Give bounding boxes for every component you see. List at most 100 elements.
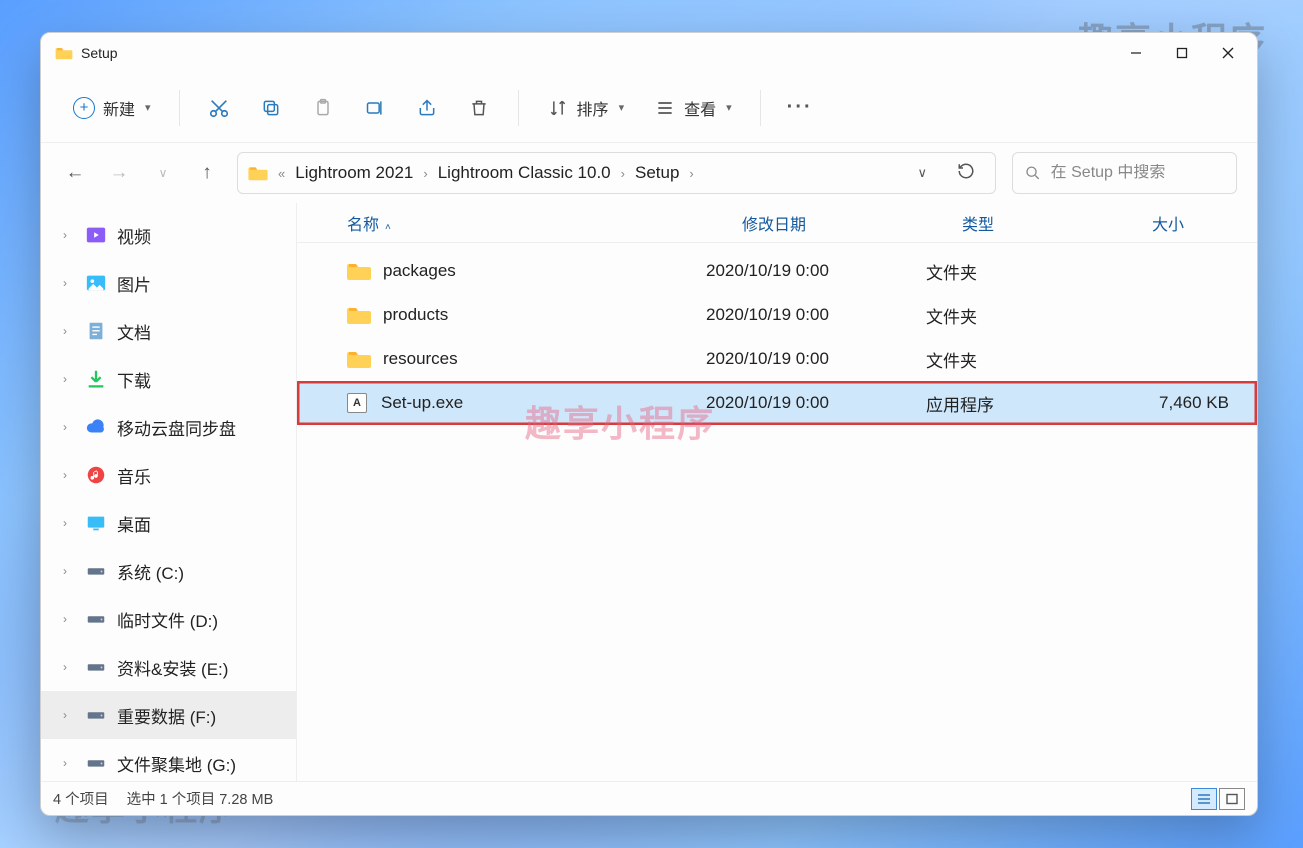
cut-button[interactable] — [196, 89, 242, 127]
rename-button[interactable] — [352, 89, 398, 127]
back-button[interactable]: ← — [61, 159, 89, 187]
nav-item-label: 视频 — [117, 223, 151, 248]
video-icon — [85, 224, 107, 246]
file-type: 文件夹 — [926, 303, 1116, 328]
window-title: Setup — [81, 45, 118, 61]
search-box[interactable] — [1012, 152, 1237, 194]
breadcrumb-b[interactable]: Lightroom Classic 10.0 — [438, 163, 611, 183]
address-bar[interactable]: « Lightroom 2021 › Lightroom Classic 10.… — [237, 152, 996, 194]
file-row[interactable]: ASet-up.exe2020/10/19 0:00应用程序7,460 KB — [297, 381, 1257, 425]
file-type: 应用程序 — [926, 391, 1116, 416]
maximize-button[interactable] — [1159, 37, 1205, 69]
clipboard-icon — [312, 97, 334, 119]
application-icon: A — [347, 393, 367, 413]
chevron-right-icon: › — [63, 276, 75, 290]
file-list[interactable]: packages2020/10/19 0:00文件夹products2020/1… — [297, 243, 1257, 781]
chevron-right-icon: › — [63, 324, 75, 338]
new-button[interactable]: + 新建 ▾ — [61, 88, 163, 128]
large-icons-view-button[interactable] — [1219, 788, 1245, 810]
share-button[interactable] — [404, 89, 450, 127]
music-icon — [85, 464, 107, 486]
trash-icon — [468, 97, 490, 119]
new-label: 新建 — [103, 96, 135, 120]
nav-item-7[interactable]: › 系统 (C:) — [41, 547, 296, 595]
nav-item-3[interactable]: ›下载 — [41, 355, 296, 403]
file-row[interactable]: products2020/10/19 0:00文件夹 — [297, 293, 1257, 337]
more-button[interactable]: ··· — [777, 89, 823, 127]
nav-item-6[interactable]: › 桌面 — [41, 499, 296, 547]
col-size[interactable]: 大小 — [1152, 217, 1184, 234]
breadcrumb-a[interactable]: Lightroom 2021 — [295, 163, 413, 183]
nav-item-2[interactable]: ›文档 — [41, 307, 296, 355]
file-size: 7,460 KB — [1116, 393, 1257, 413]
nav-item-label: 音乐 — [117, 463, 151, 488]
chevron-right-icon: › — [63, 516, 75, 530]
documents-icon — [85, 320, 107, 342]
col-name[interactable]: 名称 — [347, 217, 379, 234]
file-date: 2020/10/19 0:00 — [706, 261, 926, 281]
sort-button[interactable]: 排序 ▾ — [535, 88, 637, 128]
folder-icon — [248, 165, 268, 181]
address-row: ← → ∨ ↑ « Lightroom 2021 › Lightroom Cla… — [41, 143, 1257, 203]
details-view-button[interactable] — [1191, 788, 1217, 810]
nav-item-label: 桌面 — [117, 511, 151, 536]
breadcrumb-c[interactable]: Setup — [635, 163, 679, 183]
nav-item-5[interactable]: ›音乐 — [41, 451, 296, 499]
crumb-prefix: « — [278, 166, 285, 181]
nav-item-1[interactable]: ›图片 — [41, 259, 296, 307]
chevron-right-icon[interactable]: › — [689, 166, 693, 181]
navigation-pane[interactable]: ›视频›图片›文档›下载›移动云盘同步盘›音乐›桌面›系统 (C:)›临时文件 … — [41, 203, 296, 781]
plus-icon: + — [73, 97, 95, 119]
nav-item-0[interactable]: › 视频 — [41, 211, 296, 259]
delete-button[interactable] — [456, 89, 502, 127]
cloud-icon — [85, 416, 107, 438]
chevron-right-icon: › — [63, 564, 75, 578]
close-button[interactable] — [1205, 37, 1251, 69]
nav-item-label: 重要数据 (F:) — [117, 703, 216, 728]
recent-dropdown[interactable]: ∨ — [149, 159, 177, 187]
watermark-mid: 趣享小程序 — [525, 395, 715, 447]
nav-item-label: 系统 (C:) — [117, 559, 184, 584]
chevron-right-icon[interactable]: › — [423, 166, 427, 181]
share-icon — [416, 97, 438, 119]
chevron-right-icon: › — [63, 372, 75, 386]
nav-item-label: 资料&安装 (E:) — [117, 655, 228, 680]
chevron-right-icon: › — [63, 756, 75, 770]
ellipsis-icon: ··· — [789, 97, 811, 119]
file-name: resources — [383, 349, 458, 369]
drive-icon — [85, 704, 107, 726]
up-button[interactable]: ↑ — [193, 159, 221, 187]
chevron-right-icon[interactable]: › — [621, 166, 625, 181]
view-icon — [654, 97, 676, 119]
refresh-button[interactable] — [947, 158, 985, 189]
chevron-right-icon: › — [63, 660, 75, 674]
col-type[interactable]: 类型 — [962, 217, 994, 234]
search-input[interactable] — [1051, 164, 1224, 182]
paste-button[interactable] — [300, 89, 346, 127]
titlebar[interactable]: Setup — [41, 33, 1257, 73]
copy-button[interactable] — [248, 89, 294, 127]
file-date: 2020/10/19 0:00 — [706, 393, 926, 413]
forward-button[interactable]: → — [105, 159, 133, 187]
file-row[interactable]: resources2020/10/19 0:00文件夹 — [297, 337, 1257, 381]
minimize-button[interactable] — [1113, 37, 1159, 69]
chevron-right-icon: › — [63, 228, 75, 242]
file-row[interactable]: packages2020/10/19 0:00文件夹 — [297, 249, 1257, 293]
folder-icon — [347, 347, 371, 371]
drive-icon — [85, 560, 107, 582]
content-pane: 名称˄ 修改日期 类型 大小 packages2020/10/19 0:00文件… — [296, 203, 1257, 781]
column-headers[interactable]: 名称˄ 修改日期 类型 大小 — [297, 203, 1257, 243]
nav-item-4[interactable]: ›移动云盘同步盘 — [41, 403, 296, 451]
status-selection: 选中 1 个项目 7.28 MB — [127, 788, 274, 809]
downloads-icon — [85, 368, 107, 390]
address-dropdown[interactable]: ∨ — [907, 161, 937, 185]
nav-item-9[interactable]: › 资料&安装 (E:) — [41, 643, 296, 691]
view-button[interactable]: 查看 ▾ — [642, 88, 744, 128]
chevron-right-icon: › — [63, 612, 75, 626]
rename-icon — [364, 97, 386, 119]
nav-item-8[interactable]: ›临时文件 (D:) — [41, 595, 296, 643]
chevron-down-icon: ▾ — [619, 101, 625, 114]
nav-item-11[interactable]: ›文件聚集地 (G:) — [41, 739, 296, 781]
col-date[interactable]: 修改日期 — [742, 217, 806, 234]
nav-item-10[interactable]: ›重要数据 (F:) — [41, 691, 296, 739]
